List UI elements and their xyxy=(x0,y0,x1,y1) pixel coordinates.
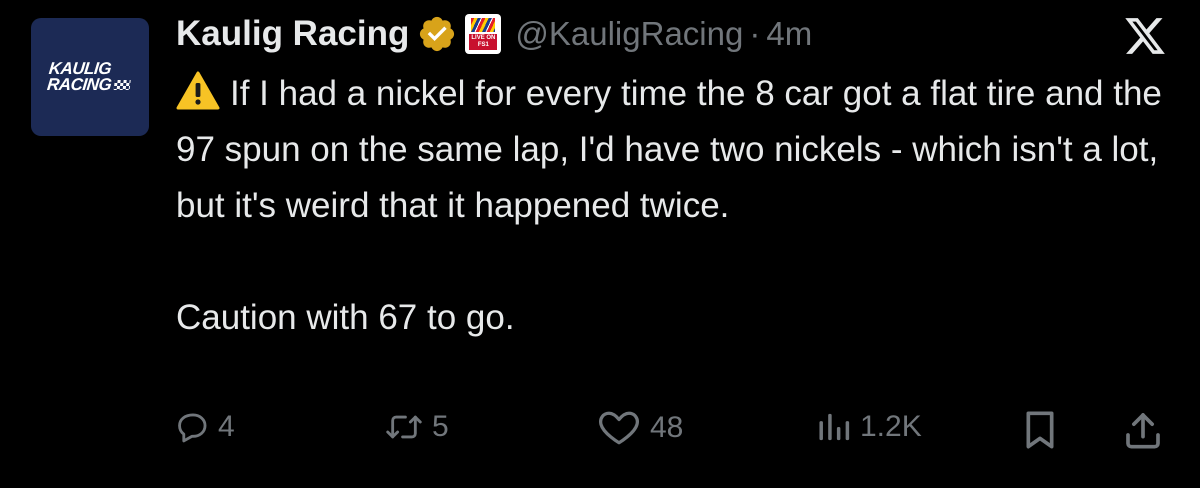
handle[interactable]: @KauligRacing xyxy=(515,15,743,53)
reply-icon xyxy=(178,413,207,443)
separator-dot: · xyxy=(749,15,761,52)
tweet-paragraph-1: If I had a nickel for every time the 8 c… xyxy=(176,66,1176,234)
share-icon xyxy=(1126,413,1160,449)
checkered-flag-icon xyxy=(114,80,132,90)
analytics-icon xyxy=(819,413,850,441)
tweet-blank-line xyxy=(176,234,1176,290)
affiliate-badge-line1: LIVE ON xyxy=(471,35,496,41)
affiliate-badge-line2: FS1 xyxy=(477,42,489,48)
warning-icon xyxy=(176,71,220,110)
tweet-actions: 4 5 48 1.2K xyxy=(0,402,1200,458)
tweet-paragraph-2: Caution with 67 to go. xyxy=(176,298,515,337)
kaulig-racing-logo: KAULIG RACING xyxy=(46,59,133,94)
repost-icon xyxy=(386,415,422,439)
heart-icon xyxy=(599,411,639,445)
tweet-text: If I had a nickel for every time the 8 c… xyxy=(176,66,1176,346)
bookmark-button[interactable] xyxy=(1022,410,1058,450)
verified-badge-icon[interactable] xyxy=(417,14,457,54)
tweet-card: KAULIG RACING Kaulig Racing LIVE ON FS1 … xyxy=(0,0,1200,488)
view-count: 1.2K xyxy=(860,410,922,443)
like-button[interactable]: 48 xyxy=(596,410,683,446)
share-button[interactable] xyxy=(1124,410,1162,450)
nascar-stripes-icon xyxy=(471,18,496,32)
reply-button[interactable]: 4 xyxy=(176,410,235,444)
avatar[interactable]: KAULIG RACING xyxy=(31,18,149,136)
like-count: 48 xyxy=(650,411,684,444)
timestamp[interactable]: 4m xyxy=(766,15,812,53)
tweet-header: Kaulig Racing LIVE ON FS1 @KauligRacing … xyxy=(176,12,812,56)
display-name[interactable]: Kaulig Racing xyxy=(176,14,409,54)
affiliate-badge[interactable]: LIVE ON FS1 xyxy=(465,14,502,54)
x-logo-icon xyxy=(1125,18,1165,54)
tweet-paragraph-1-text: If I had a nickel for every time the 8 c… xyxy=(176,74,1162,225)
bookmark-icon xyxy=(1026,411,1054,449)
repost-count: 5 xyxy=(432,410,449,443)
reply-count: 4 xyxy=(218,410,235,443)
views-button[interactable]: 1.2K xyxy=(816,410,922,444)
repost-button[interactable]: 5 xyxy=(384,410,449,444)
avatar-logo-line2: RACING xyxy=(46,75,113,94)
